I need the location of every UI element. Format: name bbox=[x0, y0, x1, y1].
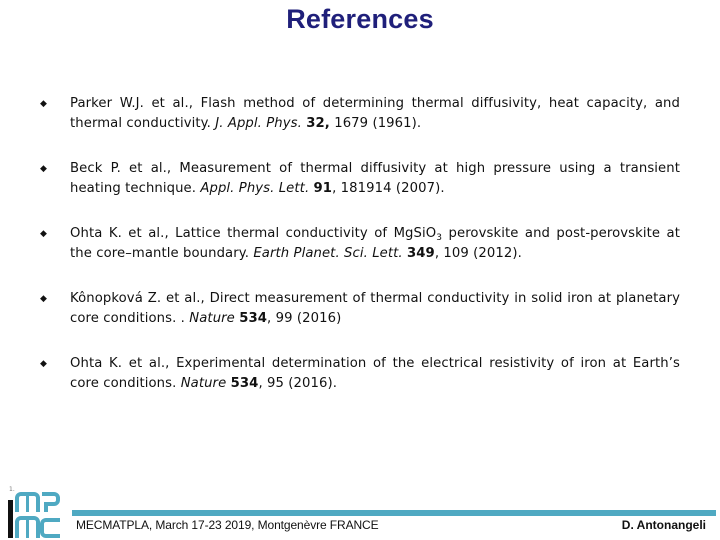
reference-list: ◆ Parker W.J. et al., Flash method of de… bbox=[40, 94, 680, 419]
reference-text: Kônopková Z. et al., Direct measurement … bbox=[70, 291, 680, 326]
diamond-bullet-icon: ◆ bbox=[40, 359, 48, 369]
reference-text: Ohta K. et al., Lattice thermal conducti… bbox=[70, 226, 681, 261]
logo-p-top bbox=[42, 492, 60, 512]
reference-item: ◆ Ohta K. et al., Lattice thermal conduc… bbox=[40, 224, 680, 289]
diamond-bullet-icon: ◆ bbox=[40, 229, 48, 239]
reference-item: ◆ Parker W.J. et al., Flash method of de… bbox=[40, 94, 680, 159]
footer-conference: MECMATPLA, March 17-23 2019, Montgenèvre… bbox=[76, 518, 379, 532]
reference-text: Ohta K. et al., Experimental determinati… bbox=[70, 356, 680, 391]
impmc-logo-icon bbox=[8, 492, 60, 538]
reference-text: Beck P. et al., Measurement of thermal d… bbox=[70, 161, 680, 196]
reference-item: ◆ Kônopková Z. et al., Direct measuremen… bbox=[40, 289, 680, 354]
logo-i-stroke bbox=[8, 500, 13, 538]
footer-author: D. Antonangeli bbox=[621, 518, 706, 532]
footer-divider-bar bbox=[72, 510, 716, 516]
reference-text: Parker W.J. et al., Flash method of dete… bbox=[70, 96, 680, 131]
slide-title: References bbox=[286, 4, 434, 34]
diamond-bullet-icon: ◆ bbox=[40, 164, 48, 174]
reference-item: ◆ Ohta K. et al., Experimental determina… bbox=[40, 354, 680, 419]
reference-item: ◆ Beck P. et al., Measurement of thermal… bbox=[40, 159, 680, 224]
diamond-bullet-icon: ◆ bbox=[40, 294, 48, 304]
logo-c-bottom bbox=[40, 518, 60, 538]
diamond-bullet-icon: ◆ bbox=[40, 99, 48, 109]
